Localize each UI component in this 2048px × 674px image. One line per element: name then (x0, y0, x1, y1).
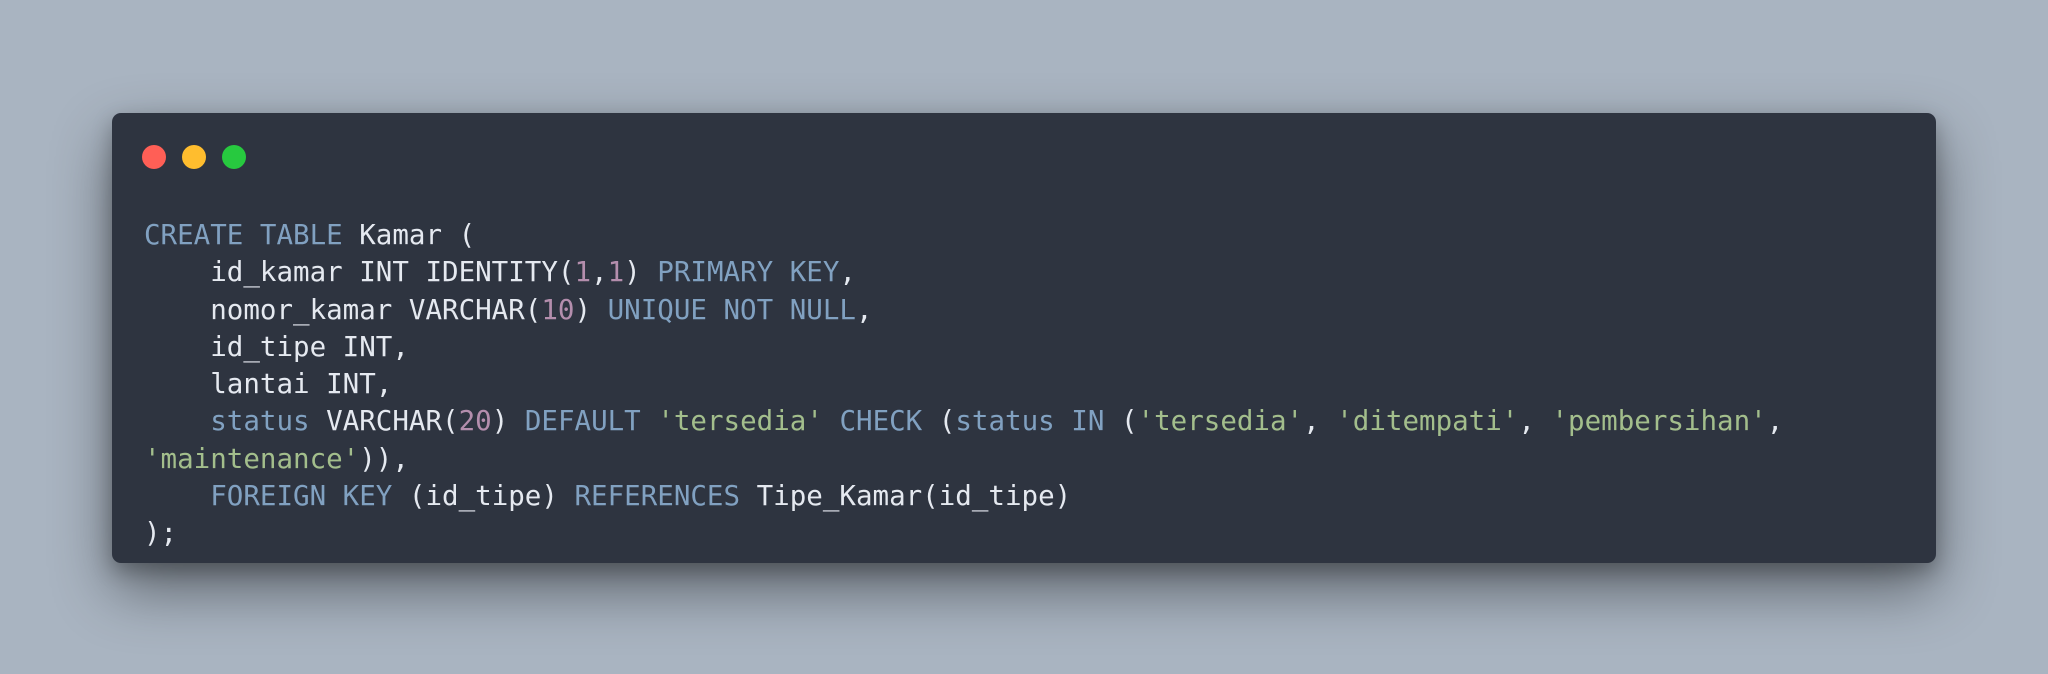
code-token: CREATE TABLE (144, 219, 343, 251)
code-token: 'pembersihan' (1551, 405, 1767, 438)
code-token: 10 (541, 293, 575, 326)
code-line: id_tipe INT, (144, 329, 1783, 366)
minimize-icon[interactable] (182, 145, 206, 169)
code-token: 'maintenance' (144, 442, 360, 475)
code-window: CREATE TABLE Kamar ( id_kamar INT IDENTI… (112, 113, 1936, 563)
code-token: 1 (574, 256, 592, 289)
code-token: nomor_kamar VARCHAR( (144, 293, 542, 326)
code-line: lantai INT, (144, 366, 1783, 403)
code-token: ( (922, 405, 956, 438)
close-icon[interactable] (142, 145, 166, 169)
window-controls (142, 145, 246, 169)
code-block: CREATE TABLE Kamar ( id_kamar INT IDENTI… (144, 217, 1783, 553)
code-token: IN (1071, 405, 1105, 438)
code-token: ( (1104, 405, 1138, 438)
code-token: 'tersedia' (1137, 405, 1304, 438)
code-token: , (1303, 405, 1337, 438)
code-token: ) (491, 405, 525, 438)
code-token: 'tersedia' (657, 405, 823, 438)
code-line: CREATE TABLE Kamar ( (144, 217, 1783, 254)
code-line: FOREIGN KEY (id_tipe) REFERENCES Tipe_Ka… (144, 478, 1783, 515)
code-token: , (1518, 405, 1552, 438)
code-token: 'ditempati' (1336, 405, 1519, 438)
code-token: REFERENCES (574, 480, 741, 513)
code-token: Tipe_Kamar(id_tipe) (740, 480, 1072, 513)
code-token: UNIQUE NOT NULL (607, 293, 856, 326)
code-token: , (1766, 405, 1784, 438)
code-line: status VARCHAR(20) DEFAULT 'tersedia' CH… (144, 403, 1783, 440)
code-token: id_kamar INT IDENTITY( (144, 256, 575, 289)
code-token: 1 (607, 256, 625, 289)
code-token: DEFAULT (524, 405, 641, 438)
code-token: Kamar ( (342, 219, 476, 251)
code-token: ); (144, 517, 178, 550)
code-line: ); (144, 515, 1783, 552)
code-token: (id_tipe) (392, 480, 575, 513)
code-token: ) (574, 293, 608, 326)
code-line: id_kamar INT IDENTITY(1,1) PRIMARY KEY, (144, 254, 1783, 291)
code-token: PRIMARY KEY (657, 256, 840, 289)
maximize-icon[interactable] (222, 145, 246, 169)
code-token: id_tipe INT, (144, 330, 409, 363)
code-line: 'maintenance')), (144, 441, 1783, 478)
code-token: VARCHAR( (309, 405, 459, 438)
code-token: , (839, 256, 856, 289)
code-token: FOREIGN KEY (210, 480, 393, 513)
code-token: CHECK (839, 405, 923, 438)
code-token: lantai INT, (144, 368, 393, 401)
code-token: status (955, 405, 1055, 438)
code-token: status (210, 405, 310, 438)
code-token: ) (624, 256, 658, 289)
code-token: )), (359, 442, 409, 475)
code-token: , (855, 293, 873, 326)
code-token: 20 (458, 405, 492, 438)
code-line: nomor_kamar VARCHAR(10) UNIQUE NOT NULL, (144, 292, 1783, 329)
code-token: , (591, 256, 608, 289)
